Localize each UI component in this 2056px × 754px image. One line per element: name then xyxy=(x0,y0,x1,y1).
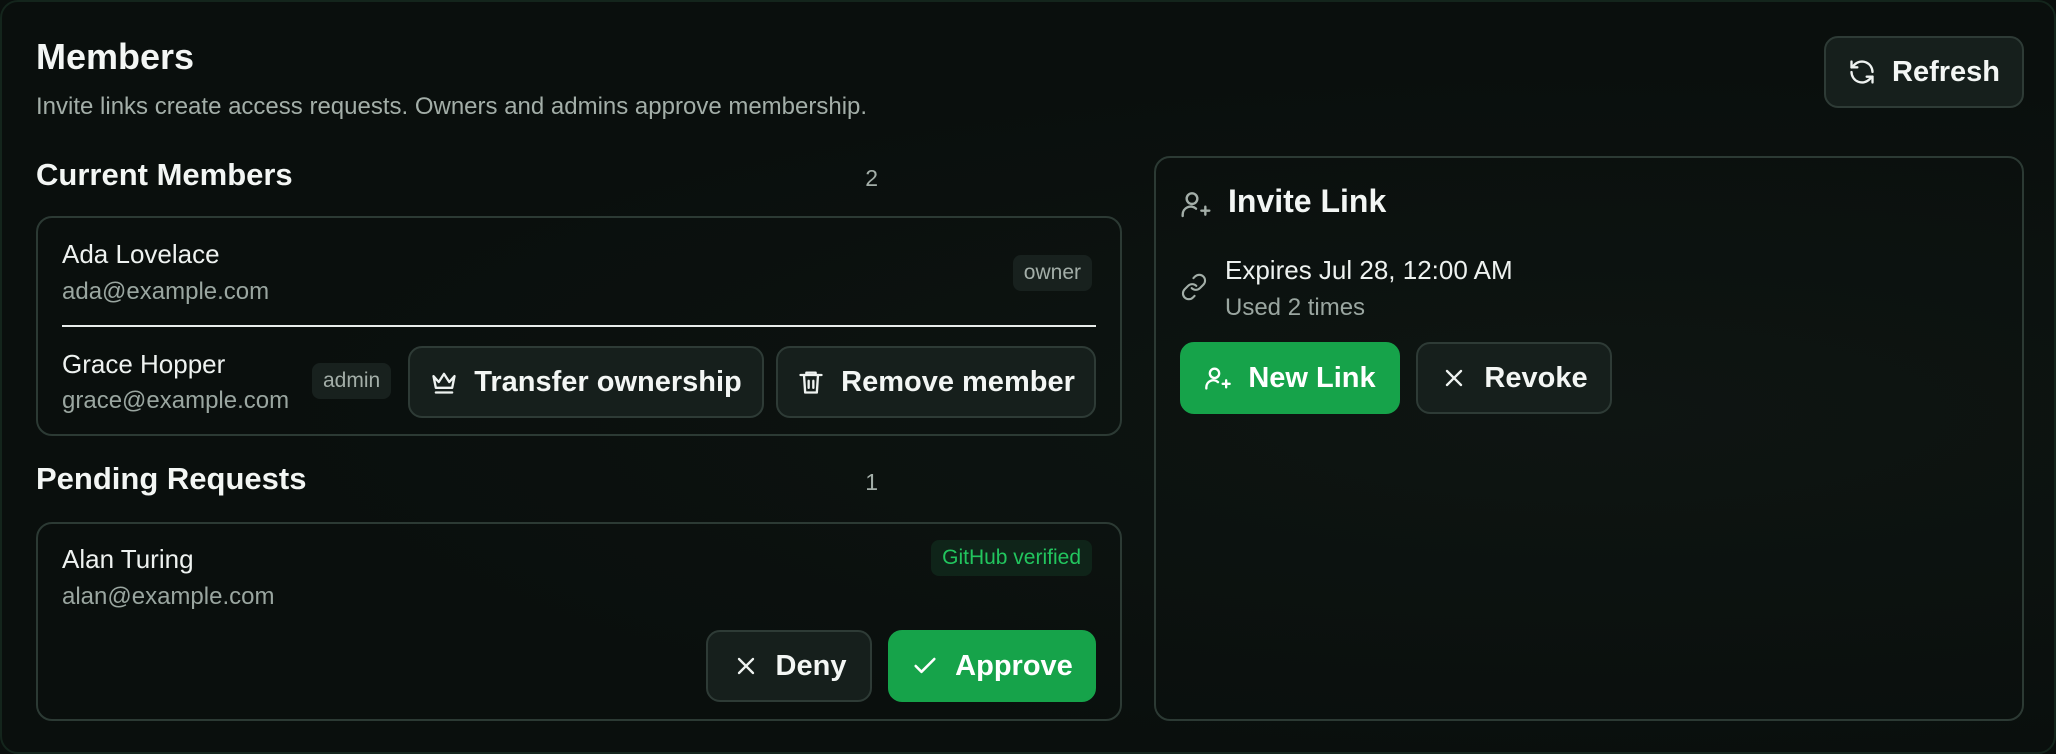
approve-button[interactable]: Approve xyxy=(888,630,1096,702)
remove-member-button[interactable]: Remove member xyxy=(776,346,1096,418)
pending-requests-count: 1 xyxy=(865,469,878,495)
github-verified-badge: GitHub verified xyxy=(931,540,1092,576)
member-divider xyxy=(62,325,1096,327)
invite-link-title: Invite Link xyxy=(1228,183,1387,219)
deny-button[interactable]: Deny xyxy=(706,630,872,702)
page-title: Members xyxy=(36,36,195,77)
role-badge-admin: admin xyxy=(312,363,392,399)
invite-link-panel xyxy=(1154,156,2024,721)
close-icon xyxy=(1440,364,1468,392)
deny-label: Deny xyxy=(775,649,847,682)
crown-icon xyxy=(430,368,458,396)
refresh-button[interactable]: Refresh xyxy=(1824,36,2024,108)
current-members-count: 2 xyxy=(865,165,878,191)
role-badge-owner: owner xyxy=(1012,255,1092,291)
invite-usage: Used 2 times xyxy=(1225,294,1366,321)
request-email: alan@example.com xyxy=(62,583,275,610)
new-link-button[interactable]: New Link xyxy=(1180,342,1400,414)
member-email: ada@example.com xyxy=(62,278,270,305)
check-icon xyxy=(911,652,939,680)
request-name: Alan Turing xyxy=(62,544,194,574)
page-subtitle: Invite links create access requests. Own… xyxy=(36,93,868,120)
member-name: Ada Lovelace xyxy=(62,239,220,269)
refresh-label: Refresh xyxy=(1892,55,2000,88)
link-icon xyxy=(1180,273,1208,301)
remove-member-label: Remove member xyxy=(841,365,1075,398)
refresh-icon xyxy=(1848,58,1876,86)
new-link-label: New Link xyxy=(1248,361,1376,394)
transfer-ownership-label: Transfer ownership xyxy=(474,365,742,398)
invite-expiry: Expires Jul 28, 12:00 AM xyxy=(1225,255,1513,285)
current-members-title: Current Members xyxy=(36,157,293,192)
revoke-button[interactable]: Revoke xyxy=(1416,342,1612,414)
user-plus-icon xyxy=(1180,188,1212,220)
member-name: Grace Hopper xyxy=(62,349,226,379)
transfer-ownership-button[interactable]: Transfer ownership xyxy=(408,346,764,418)
revoke-label: Revoke xyxy=(1484,361,1588,394)
close-icon xyxy=(732,652,760,680)
trash-icon xyxy=(797,368,825,396)
members-page: Members Invite links create access reque… xyxy=(0,0,2056,754)
member-email: grace@example.com xyxy=(62,387,290,414)
approve-label: Approve xyxy=(955,649,1073,682)
user-plus-icon xyxy=(1204,364,1232,392)
pending-requests-title: Pending Requests xyxy=(36,461,307,496)
